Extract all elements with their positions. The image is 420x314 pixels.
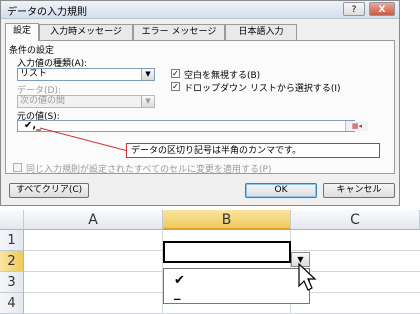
dropdown-item[interactable]: _ [174,287,181,300]
select-all-corner[interactable] [0,210,24,230]
row-header-1[interactable]: 1 [0,230,24,251]
column-header-b[interactable]: B [163,210,291,230]
annotation-callout: データの区切り記号は半角のカンマです。 [126,143,380,158]
annotation-leader [39,127,129,152]
active-cell-b2[interactable] [163,241,291,263]
mouse-pointer-icon [298,262,317,291]
cell-dropdown-list: ✔ _ [163,268,310,304]
column-header-a[interactable]: A [24,210,163,230]
column-header-c[interactable]: C [291,210,420,230]
row-header-2[interactable]: 2 [0,251,24,272]
row-header-3[interactable]: 3 [0,272,24,293]
row-header-4[interactable]: 4 [0,293,24,314]
